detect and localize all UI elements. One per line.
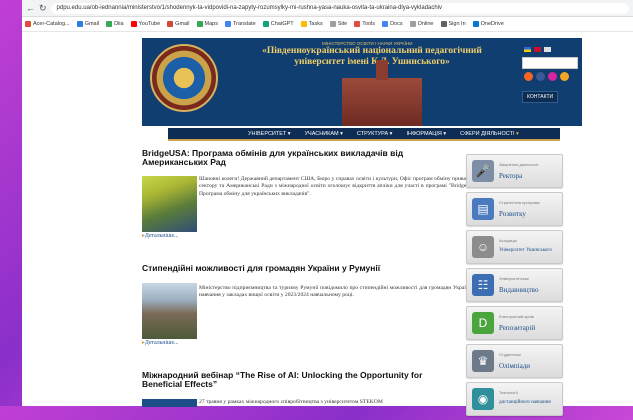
sidebar-item-distance-learning[interactable]: ◉ Технології дистанційного навчання	[466, 382, 563, 416]
facebook-icon[interactable]	[536, 72, 545, 81]
flag-ua-icon[interactable]	[524, 47, 531, 52]
menu-item-activities[interactable]: СФЕРИ ДІЯЛЬНОСТІ ▾	[460, 131, 519, 137]
sidebar-item-rector[interactable]: 🎤 Зміцнення діяльності Ректора	[466, 154, 563, 188]
article-excerpt: Міністерство підприємництва та туризму Р…	[199, 285, 479, 299]
article-title[interactable]: Стипендійні можливості для громадян Укра…	[142, 264, 462, 273]
sidebar-item-publishing[interactable]: ☷ Університетське Видавництво	[466, 268, 563, 302]
menu-item-structure[interactable]: СТРУКТУРА ▾	[357, 131, 393, 137]
sidebar-item-association[interactable]: ☺ Асоціація Університет Ушинського	[466, 230, 563, 264]
sidebar-item-development[interactable]: ▤ Стратегічна програма Розвитку	[466, 192, 563, 226]
url-field[interactable]: pdpu.edu.ua/ob-iednannia/ministerstvo/1/…	[50, 2, 629, 14]
bookmarks-bar: Acer-Catalog... Gmail Diia YouTube Gmail…	[22, 17, 633, 32]
reload-icon[interactable]: ↻	[39, 3, 47, 14]
instagram-icon[interactable]	[548, 72, 557, 81]
microphone-icon: 🎤	[472, 160, 494, 182]
sidebar-item-repository[interactable]: D Електронний архів Репозитарій	[466, 306, 563, 340]
sidebar-item-olympiads[interactable]: ♛ Студентські Олімпіади	[466, 344, 563, 378]
social-links	[524, 72, 569, 81]
article-image[interactable]	[142, 176, 197, 232]
rss-icon[interactable]	[524, 72, 533, 81]
bookmark[interactable]: Diia	[106, 21, 124, 27]
sidebar: 🎤 Зміцнення діяльності Ректора ▤ Стратег…	[466, 154, 563, 420]
bookmark[interactable]: Maps	[196, 21, 218, 27]
bookmark[interactable]: Site	[329, 21, 347, 27]
menu-item-participants[interactable]: УЧАСНИКАМ ▾	[305, 131, 343, 137]
university-emblem-icon[interactable]	[150, 44, 218, 112]
article-excerpt: Шановні колеги! Державний департамент СШ…	[199, 176, 479, 197]
flag-en-icon[interactable]	[534, 47, 541, 52]
chart-icon: ▤	[472, 198, 494, 220]
search-input[interactable]	[522, 57, 578, 69]
site-banner: МІНІСТЕРСТВО ОСВІТИ І НАУКИ УКРАЇНИ «Пів…	[142, 38, 582, 126]
article-excerpt: 27 травня у рамках міжнародного співробі…	[199, 399, 383, 405]
book-icon: ☷	[472, 274, 494, 296]
bookmark[interactable]: Tasks	[300, 21, 323, 27]
bookmark[interactable]: Sign In	[440, 21, 466, 27]
bookmark[interactable]: ChatGPT	[262, 21, 294, 27]
language-switcher[interactable]	[524, 47, 551, 52]
youtube-icon[interactable]	[560, 72, 569, 81]
menu-item-university[interactable]: УНІВЕРСИТЕТ ▾	[248, 131, 291, 137]
bookmark[interactable]: Online	[409, 21, 434, 27]
article-title[interactable]: BridgeUSA: Програма обмінів для українсь…	[142, 149, 462, 166]
d-logo-icon: D	[472, 312, 494, 334]
read-more-link[interactable]: Детальніше...	[142, 233, 178, 239]
article-title[interactable]: Міжнародний вебінар “The Rise of AI: Unl…	[142, 371, 462, 388]
back-icon[interactable]: ←	[26, 3, 35, 13]
flag-ro-icon[interactable]	[544, 47, 551, 52]
globe-icon: ◉	[472, 388, 494, 410]
address-bar: ← ↻ pdpu.edu.ua/ob-iednannia/ministerstv…	[22, 0, 633, 17]
contacts-button[interactable]: КОНТАКТИ	[522, 91, 559, 103]
bookmark[interactable]: YouTube	[130, 21, 160, 27]
bookmark[interactable]: OneDrive	[472, 21, 504, 27]
people-icon: ☺	[472, 236, 494, 258]
read-more-link[interactable]: Детальніше...	[142, 340, 178, 346]
building-illustration	[342, 60, 422, 126]
university-title[interactable]: «Південноукраїнський національний педаго…	[242, 46, 502, 68]
bookmark[interactable]: Acer-Catalog...	[25, 21, 70, 27]
bookmark[interactable]: Docs	[382, 21, 403, 27]
bookmark[interactable]: Translate	[225, 21, 256, 27]
bookmark[interactable]: Tools	[354, 21, 375, 27]
trophy-icon: ♛	[472, 350, 494, 372]
article-image[interactable]	[142, 283, 197, 339]
main-menu: УНІВЕРСИТЕТ ▾ УЧАСНИКАМ ▾ СТРУКТУРА ▾ ІН…	[168, 128, 560, 141]
menu-item-information[interactable]: ІНФОРМАЦІЯ ▾	[406, 131, 446, 137]
bookmark[interactable]: Gmail	[167, 21, 190, 27]
bookmark[interactable]: Gmail	[76, 21, 99, 27]
